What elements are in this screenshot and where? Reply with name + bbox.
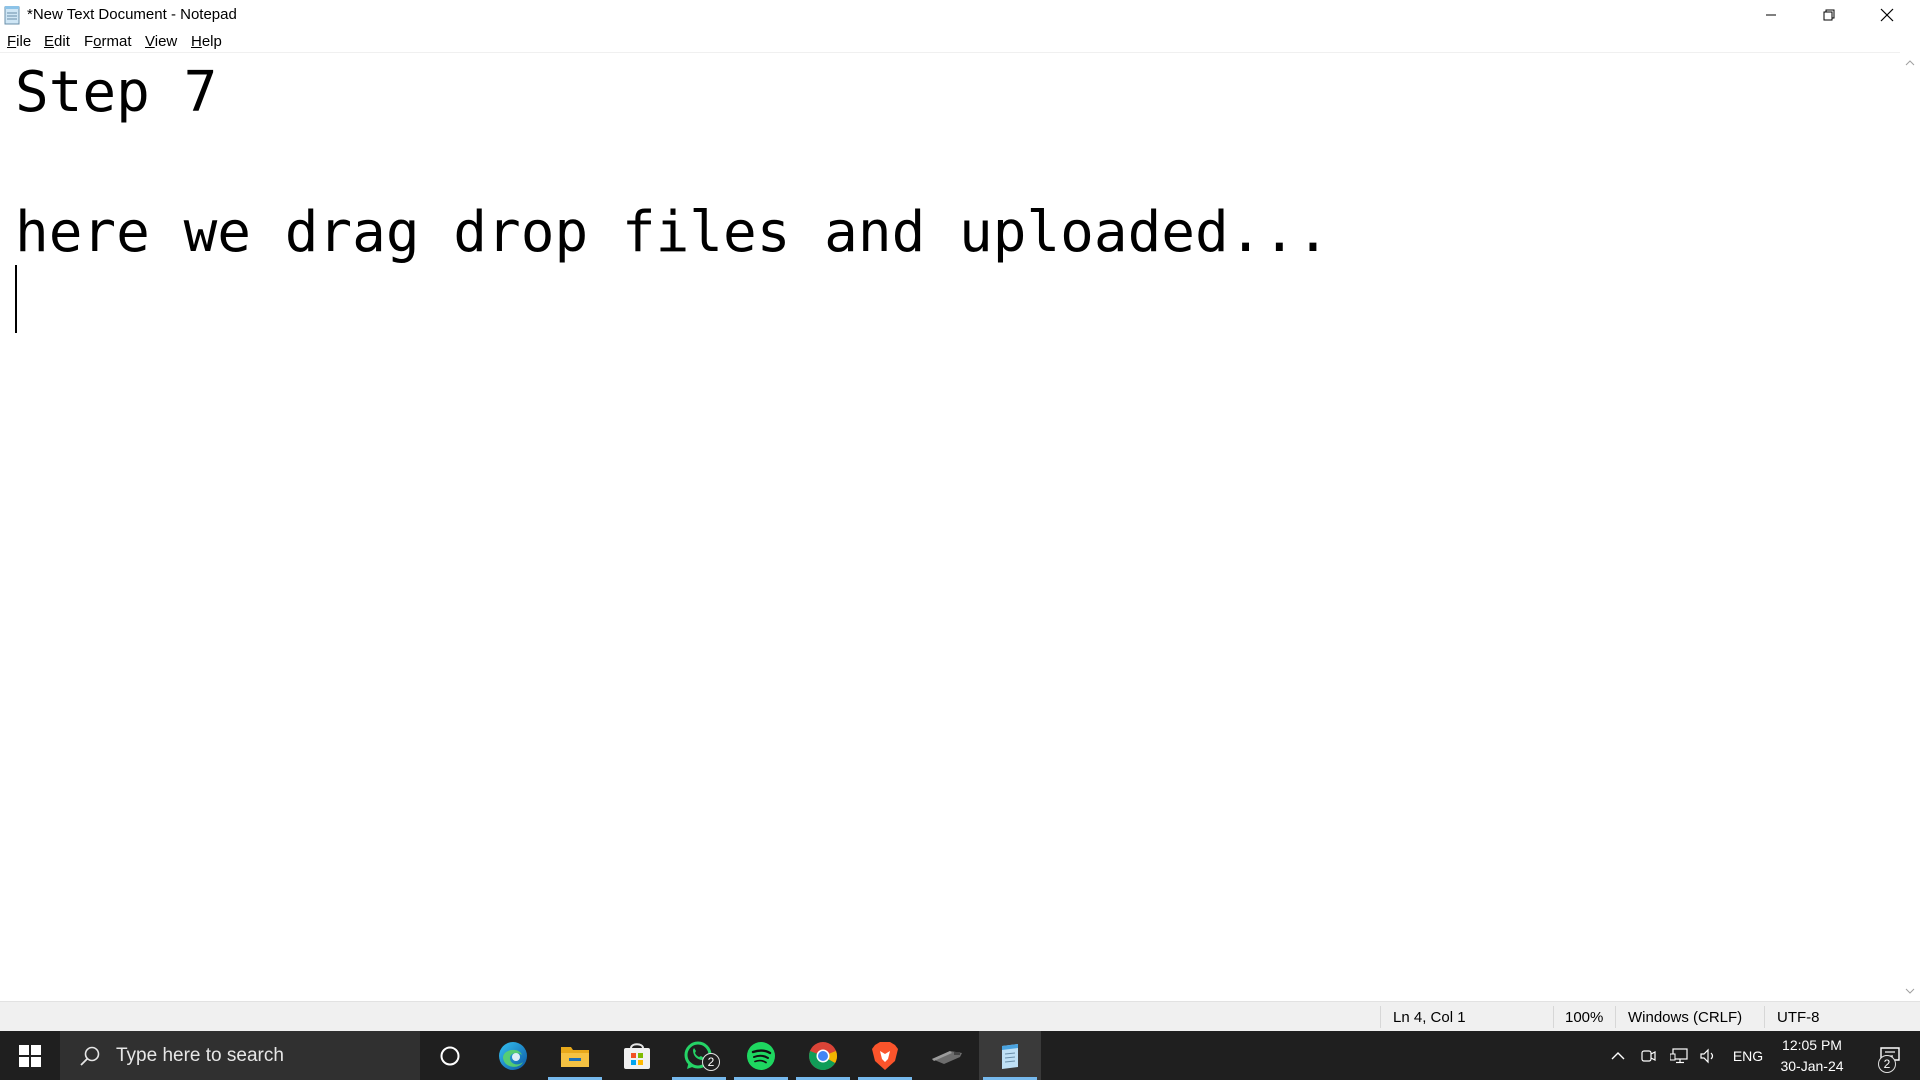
status-separator (1380, 1006, 1381, 1028)
editor-line-1: Step 7 (15, 60, 218, 125)
status-separator (1615, 1006, 1616, 1028)
menu-edit[interactable]: Edit (44, 33, 70, 50)
spotify-icon[interactable] (730, 1031, 792, 1080)
menu-edit-label: dit (54, 33, 70, 50)
whatsapp-icon[interactable]: 2 (668, 1031, 730, 1080)
encoding: UTF-8 (1777, 1009, 1820, 1026)
text-caret (15, 265, 17, 333)
whatsapp-unread-badge: 2 (702, 1053, 720, 1071)
notepad-app-icon (4, 5, 22, 25)
menu-help[interactable]: Help (191, 33, 222, 50)
line-ending: Windows (CRLF) (1628, 1009, 1743, 1026)
scroll-down-arrow-icon[interactable] (1900, 981, 1920, 1001)
input-language[interactable]: ENG (1728, 1031, 1768, 1080)
text-editor-area[interactable]: Step 7 here we drag drop files and uploa… (0, 53, 1900, 1001)
menu-view[interactable]: View (145, 33, 177, 50)
minimize-button[interactable] (1742, 0, 1800, 30)
meet-now-icon[interactable] (1636, 1031, 1660, 1080)
clock-date: 30-Jan-24 (1780, 1058, 1844, 1074)
menu-help-mnemonic: H (191, 33, 202, 50)
volume-icon[interactable] (1696, 1031, 1720, 1080)
notification-count-badge: 2 (1878, 1055, 1896, 1073)
menu-format[interactable]: Format (84, 33, 132, 50)
status-separator (1553, 1006, 1554, 1028)
show-hidden-icons-chevron-icon[interactable] (1606, 1031, 1630, 1080)
cursor-position: Ln 4, Col 1 (1393, 1009, 1466, 1026)
search-icon (78, 1044, 102, 1068)
menu-format-mnemonic: o (93, 33, 102, 50)
edge-icon[interactable] (482, 1031, 544, 1080)
menu-help-label: elp (201, 33, 222, 50)
menu-edit-mnemonic: E (44, 33, 55, 50)
menu-file[interactable]: File (7, 33, 31, 50)
system-clock[interactable]: 12:05 PM 30-Jan-24 (1772, 1035, 1852, 1077)
search-placeholder: Type here to search (116, 1044, 284, 1066)
menu-view-label: iew (154, 33, 178, 50)
notepad-taskbar-icon[interactable] (979, 1031, 1041, 1080)
menu-bar: File Edit Format View Help (0, 30, 1920, 52)
scroll-up-arrow-icon[interactable] (1900, 53, 1920, 73)
microsoft-store-icon[interactable] (606, 1031, 668, 1080)
menu-view-mnemonic: V (145, 33, 155, 50)
windows-start-icon[interactable] (0, 1031, 60, 1080)
clock-time: 12:05 PM (1782, 1037, 1842, 1053)
editor-line-3: here we drag drop files and uploaded... (15, 200, 1330, 265)
close-button[interactable] (1858, 0, 1916, 30)
window-title: *New Text Document - Notepad (27, 6, 237, 23)
taskbar: Type here to search 2 ENG 12:05 PM 30-Ja… (0, 1031, 1920, 1080)
status-bar: Ln 4, Col 1 100% Windows (CRLF) UTF-8 (0, 1001, 1920, 1031)
taskbar-search-box[interactable]: Type here to search (60, 1031, 420, 1080)
menu-format-label: rmat (101, 33, 132, 50)
media-app-icon[interactable] (916, 1031, 978, 1080)
restore-button[interactable] (1800, 0, 1858, 30)
title-bar: *New Text Document - Notepad (0, 0, 1920, 30)
menu-format-prefix: F (84, 33, 94, 50)
brave-icon[interactable] (854, 1031, 916, 1080)
menu-file-label: ile (16, 33, 32, 50)
chrome-icon[interactable] (792, 1031, 854, 1080)
vertical-scrollbar[interactable] (1900, 53, 1920, 1001)
zoom-level: 100% (1565, 1009, 1604, 1026)
cortana-icon[interactable] (419, 1031, 481, 1080)
network-icon[interactable] (1666, 1031, 1692, 1080)
file-explorer-icon[interactable] (544, 1031, 606, 1080)
menu-file-mnemonic: F (7, 33, 17, 50)
status-separator (1764, 1006, 1765, 1028)
